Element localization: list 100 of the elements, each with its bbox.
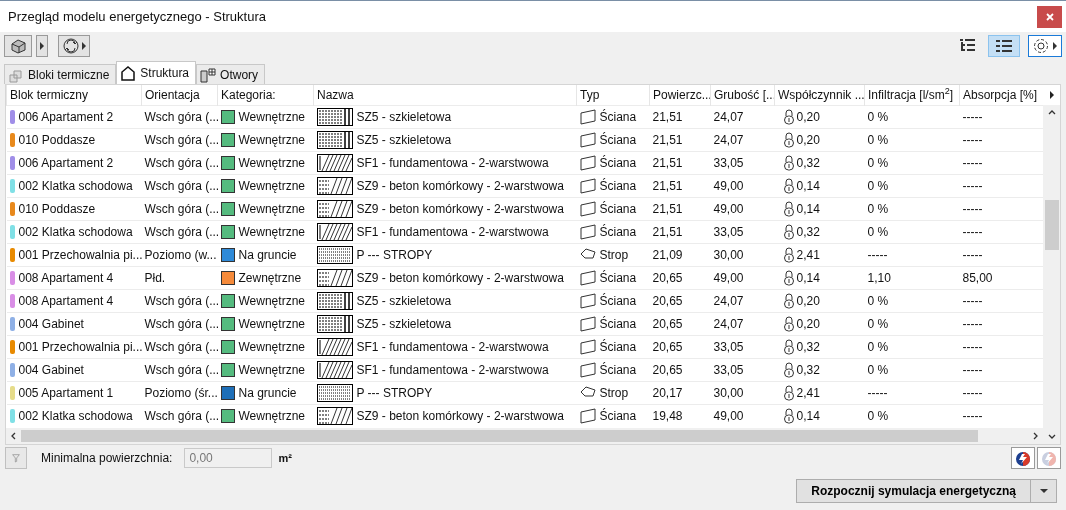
table-cell: 21,51 xyxy=(652,178,683,193)
caret-icon xyxy=(1038,488,1049,494)
table-cell: 21,51 xyxy=(652,109,683,124)
table-cell: 0 % xyxy=(867,132,889,147)
lock-icon xyxy=(782,407,795,424)
more-columns-icon[interactable] xyxy=(1047,90,1056,100)
table-cell: Poziomo (śr... xyxy=(144,385,218,400)
list-view-button[interactable] xyxy=(988,35,1020,57)
table-cell: 49,00 xyxy=(713,270,744,285)
table-cell-text: 0,20 xyxy=(796,108,820,126)
table-cell-text: Wewnętrzne xyxy=(238,177,305,195)
column-header[interactable]: Grubość [... xyxy=(710,85,775,105)
vertical-scrollbar[interactable] xyxy=(1043,105,1060,444)
table-cell-text: Ściana xyxy=(599,223,637,241)
table-cell-text: Wewnętrzne xyxy=(238,108,305,126)
table-cell: ----- xyxy=(962,247,983,262)
table-cell: ----- xyxy=(962,224,983,239)
table-cell: 30,00 xyxy=(713,247,744,262)
lock-icon xyxy=(782,131,795,148)
lock-icon xyxy=(782,315,795,332)
table-cell-text: Ściana xyxy=(599,200,637,218)
table-cell-text: Ściana xyxy=(599,338,637,356)
column-header[interactable]: Blok termiczny xyxy=(6,85,142,105)
table-cell-text: Strop xyxy=(599,246,629,264)
table-cell: 33,05 xyxy=(713,155,744,170)
table-cell-text: P --- STROPY xyxy=(356,384,433,402)
cube-button[interactable] xyxy=(4,35,32,57)
table-cell: Wsch góra (... xyxy=(144,316,218,331)
table-cell-text: Ściana xyxy=(599,108,637,126)
table-cell-text: Wewnętrzne xyxy=(238,292,305,310)
tab[interactable]: Otwory xyxy=(196,64,266,84)
column-header[interactable]: Kategoria: xyxy=(217,85,314,105)
table-cell: 21,51 xyxy=(652,155,683,170)
table-cell: 20,65 xyxy=(652,362,683,377)
tab[interactable]: Bloki termiczne xyxy=(4,64,117,84)
table-cell: ----- xyxy=(962,408,983,423)
table-cell: ----- xyxy=(962,132,983,147)
table-cell: 33,05 xyxy=(713,224,744,239)
column-header[interactable]: Nazwa xyxy=(313,85,577,105)
table-cell: ----- xyxy=(962,385,983,400)
close-button[interactable] xyxy=(1037,5,1062,28)
table-cell: 19,48 xyxy=(652,408,683,423)
table-cell-text: Strop xyxy=(599,384,629,402)
close-icon xyxy=(1045,12,1054,21)
refresh-button[interactable] xyxy=(58,35,90,57)
scrollbar-thumb[interactable] xyxy=(21,430,978,442)
table-cell: 24,07 xyxy=(713,316,744,331)
table-cell: Wsch góra (... xyxy=(144,408,218,423)
dropdown-button[interactable] xyxy=(36,35,48,57)
tab[interactable]: Struktura xyxy=(116,61,197,84)
unit-label: m² xyxy=(278,450,292,466)
table-cell-text: 002 Klatka schodowa xyxy=(18,407,133,425)
table-cell: 24,07 xyxy=(713,109,744,124)
table-cell-text: SF1 - fundamentowa - 2-warstwowa xyxy=(356,223,549,241)
table-cell-text: Wewnętrzne xyxy=(238,407,305,425)
table-cell-text: 001 Przechowalnia pi... xyxy=(18,246,142,264)
table-cell: 33,05 xyxy=(713,339,744,354)
list-icon xyxy=(995,38,1013,54)
filter-icon xyxy=(12,451,20,465)
simulation-button[interactable]: Rozpocznij symulacja energetyczną xyxy=(796,479,1031,503)
table-cell-text: 006 Apartament 2 xyxy=(18,154,114,172)
settings-button[interactable] xyxy=(1028,35,1062,57)
table-cell-text: Ściana xyxy=(599,361,637,379)
column-header[interactable]: Typ xyxy=(576,85,650,105)
table-cell: Płd. xyxy=(144,270,166,285)
table-cell: 20,17 xyxy=(652,385,683,400)
table-cell-text: Ściana xyxy=(599,269,637,287)
table-cell: 0 % xyxy=(867,109,889,124)
column-header[interactable]: Infiltracja [l/sm$^{2}$] xyxy=(864,85,960,105)
table-cell: 0 % xyxy=(867,293,889,308)
lock-icon xyxy=(782,269,795,286)
table-cell: ----- xyxy=(962,201,983,216)
table-cell: ----- xyxy=(962,109,983,124)
table-cell-text: SZ5 - szkieletowa xyxy=(356,315,452,333)
table-cell: 49,00 xyxy=(713,178,744,193)
settings-icon xyxy=(1031,36,1059,56)
column-header[interactable]: Absorpcja [%] xyxy=(959,85,1043,105)
table-cell-text: SZ5 - szkieletowa xyxy=(356,292,452,310)
energy-button[interactable] xyxy=(1011,447,1035,469)
table-cell-text: Ściana xyxy=(599,292,637,310)
table-cell: ----- xyxy=(962,339,983,354)
table-cell: Wsch góra (... xyxy=(144,178,218,193)
window-title: Przegląd modelu energetycznego - Struktura xyxy=(8,7,266,26)
table-cell-text: 0,14 xyxy=(796,407,820,425)
table-cell-text: 008 Apartament 4 xyxy=(18,269,114,287)
table-cell-text: 0,20 xyxy=(796,315,820,333)
horizontal-scrollbar[interactable] xyxy=(6,428,1043,444)
column-header[interactable]: Orientacja xyxy=(141,85,218,105)
column-header[interactable]: Współczynnik ... xyxy=(774,85,865,105)
table-cell: ----- xyxy=(962,155,983,170)
table-cell-text: 0,20 xyxy=(796,292,820,310)
column-header[interactable]: Powierzc... xyxy=(649,85,711,105)
table-cell-text: Ściana xyxy=(599,315,637,333)
table-cell-text: Wewnętrzne xyxy=(238,315,305,333)
table-cell: Wsch góra (... xyxy=(144,362,218,377)
table-cell-text: Wewnętrzne xyxy=(238,131,305,149)
table-cell-text: 002 Klatka schodowa xyxy=(18,223,133,241)
scrollbar-thumb[interactable] xyxy=(1044,200,1059,250)
table-cell-text: SZ9 - beton komórkowy - 2-warstwowa xyxy=(356,269,564,287)
table-cell: 0 % xyxy=(867,155,889,170)
